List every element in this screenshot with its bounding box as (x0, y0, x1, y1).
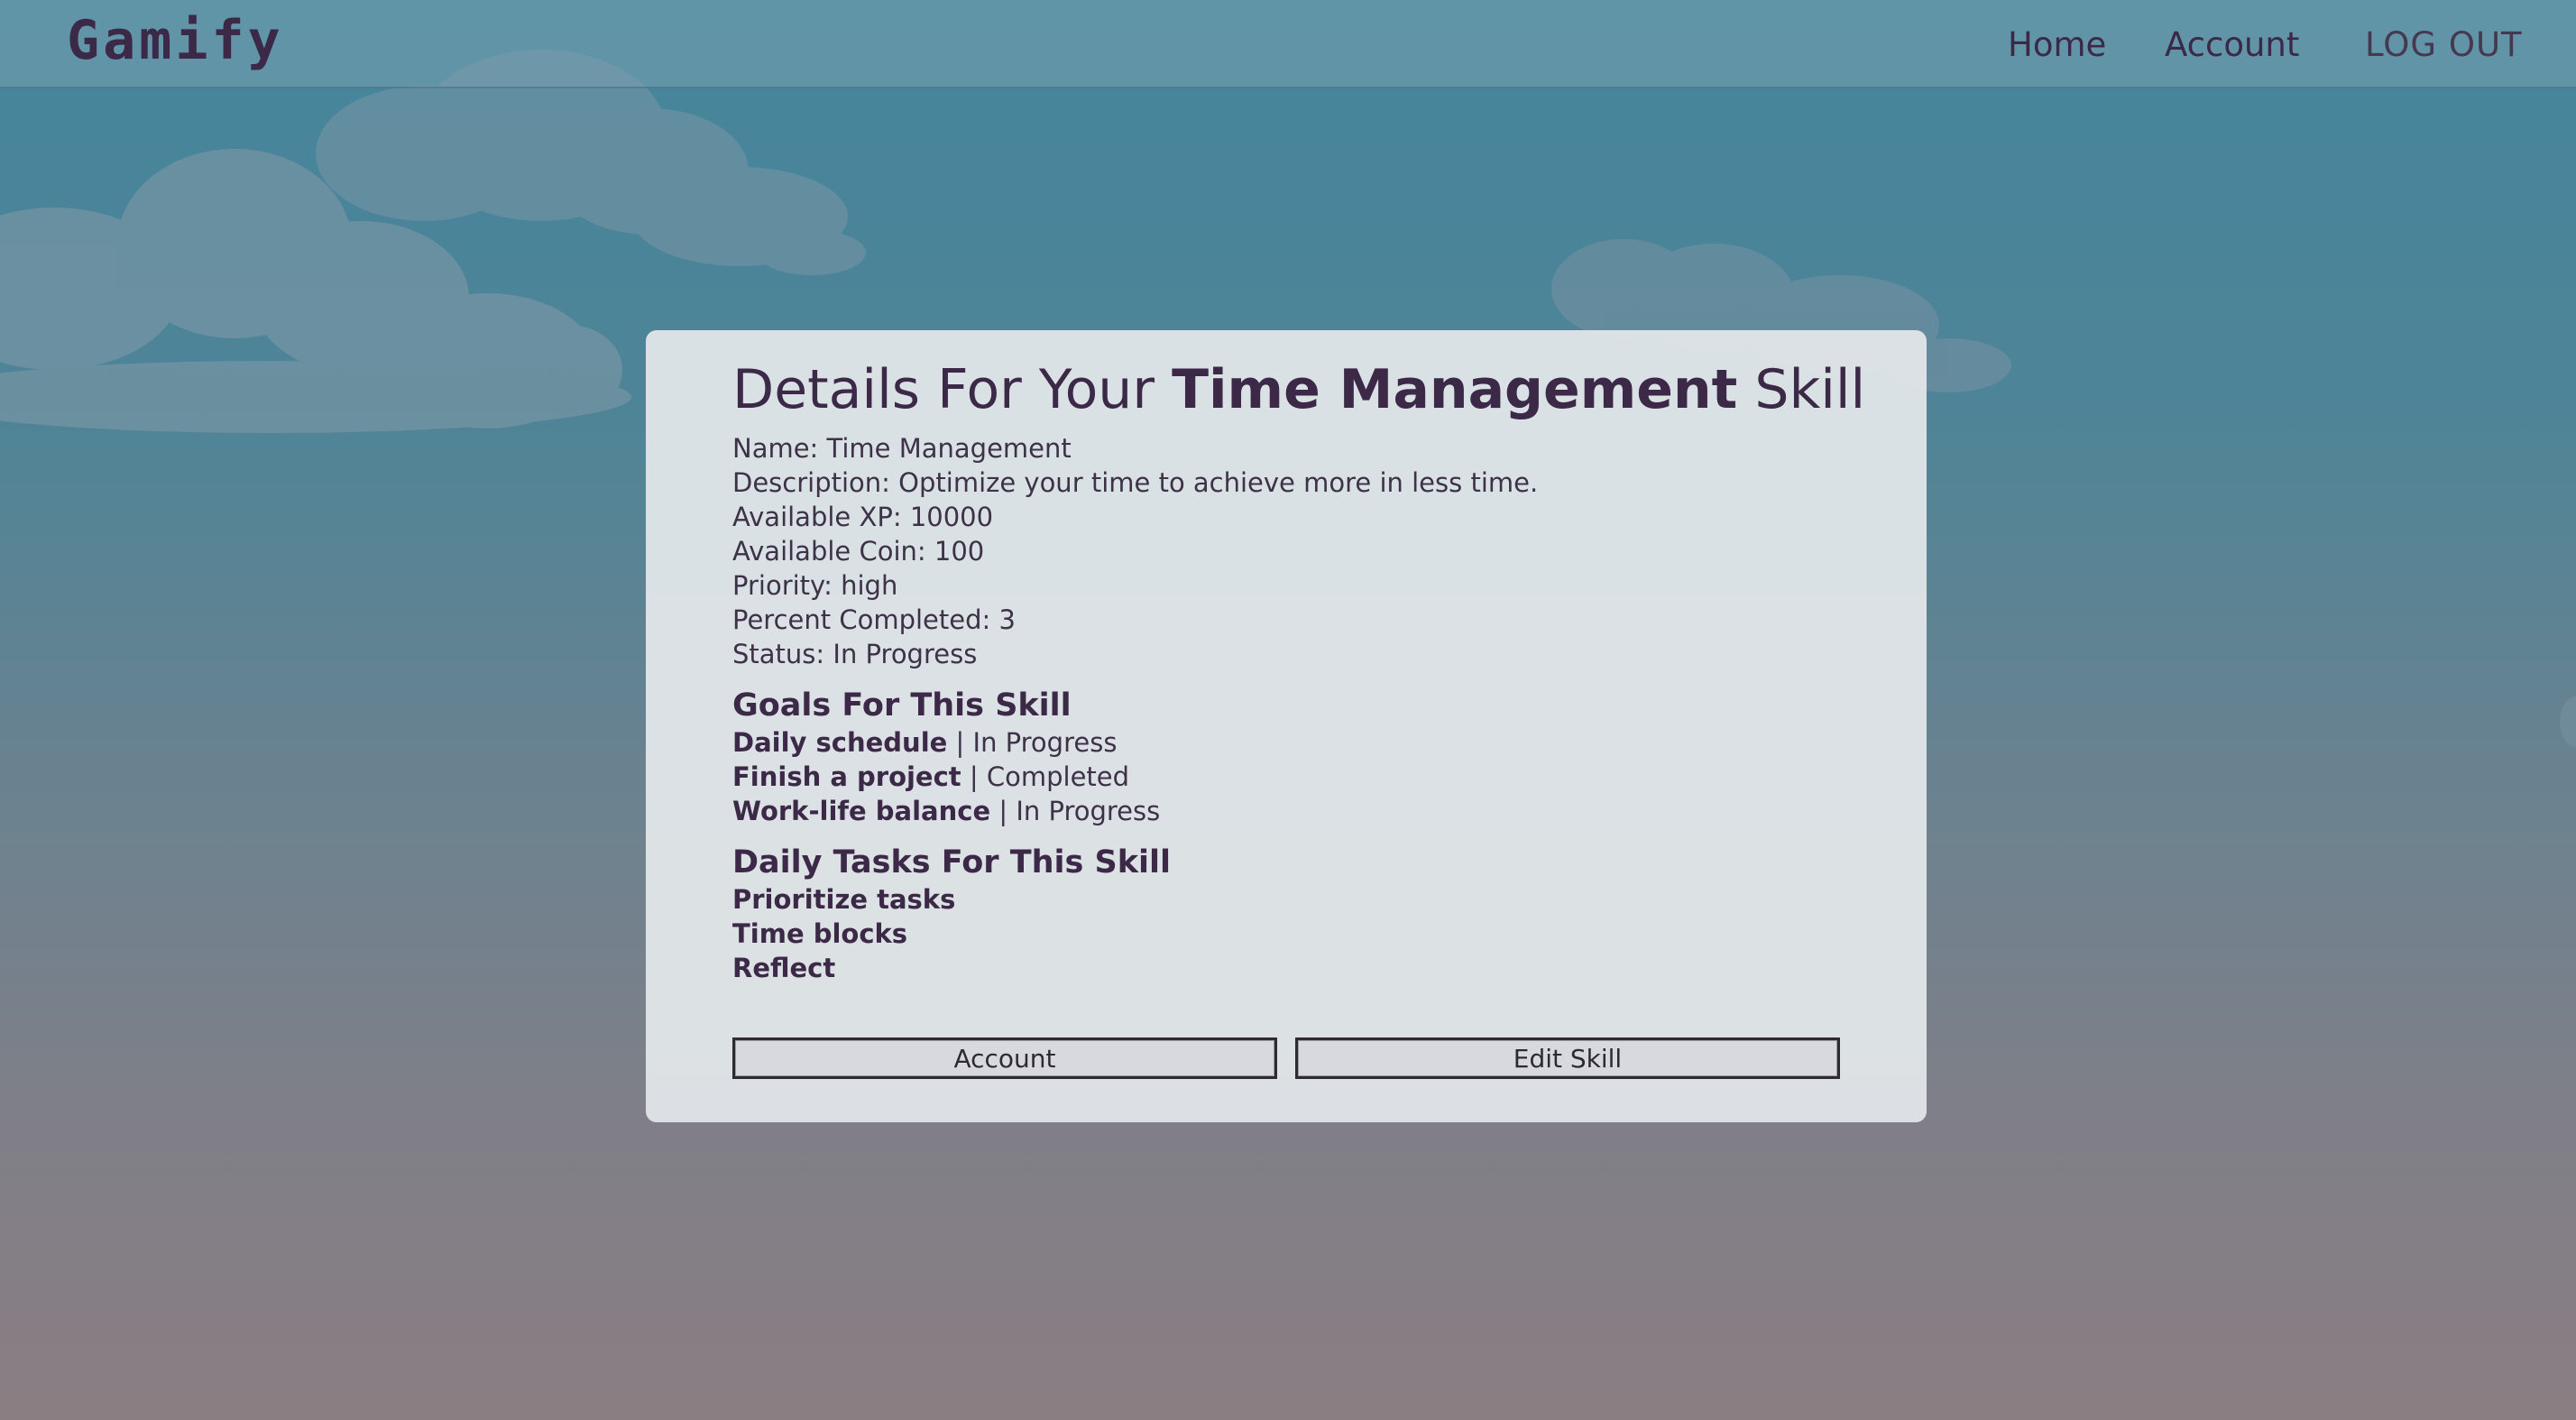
nav-home-link[interactable]: Home (2008, 25, 2106, 64)
detail-description: Description: Optimize your time to achie… (732, 467, 1539, 498)
skill-details: Name: Time Management Description: Optim… (732, 431, 1840, 671)
title-skill-name: Time Management (1172, 358, 1738, 421)
card-actions: Account Edit Skill (732, 1037, 1840, 1081)
detail-status: Status: In Progress (732, 639, 978, 669)
goals-list: Daily schedule | In Progress Finish a pr… (732, 725, 1840, 828)
task-item: Prioritize tasks (732, 884, 956, 915)
tasks-heading: Daily Tasks For This Skill (732, 844, 1172, 881)
skill-details-card: Details For Your Time Management Skill N… (646, 330, 1927, 1122)
tasks-list: Prioritize tasks Time blocks Reflect (732, 882, 1840, 985)
top-navbar: Gamify Home Account LOG OUT (0, 0, 2576, 88)
detail-name: Name: Time Management (732, 433, 1072, 464)
nav-logout-link[interactable]: LOG OUT (2365, 25, 2523, 64)
goals-heading: Goals For This Skill (732, 687, 1072, 724)
detail-xp: Available XP: 10000 (732, 502, 994, 532)
nav-account-link[interactable]: Account (2165, 25, 2299, 64)
task-item: Reflect (732, 953, 836, 983)
goal-item: Finish a project | Completed (732, 760, 1840, 794)
goal-name: Daily schedule (732, 727, 948, 758)
page-title: Details For Your Time Management Skill (732, 357, 1865, 422)
goal-name: Finish a project (732, 761, 961, 792)
edit-skill-button[interactable]: Edit Skill (1295, 1037, 1840, 1079)
goal-status: | In Progress (947, 727, 1118, 758)
goal-status: | In Progress (990, 796, 1161, 826)
detail-priority: Priority: high (732, 570, 898, 601)
task-item: Time blocks (732, 918, 908, 949)
account-button[interactable]: Account (732, 1037, 1277, 1079)
detail-coin: Available Coin: 100 (732, 536, 985, 567)
app-logo[interactable]: Gamify (67, 9, 284, 72)
goal-name: Work-life balance (732, 796, 991, 826)
detail-percent-completed: Percent Completed: 3 (732, 604, 1016, 635)
goal-status: | Completed (961, 761, 1130, 792)
goal-item: Work-life balance | In Progress (732, 794, 1840, 828)
goal-item: Daily schedule | In Progress (732, 725, 1840, 760)
title-prefix: Details For Your (732, 358, 1173, 421)
title-suffix: Skill (1737, 358, 1866, 421)
